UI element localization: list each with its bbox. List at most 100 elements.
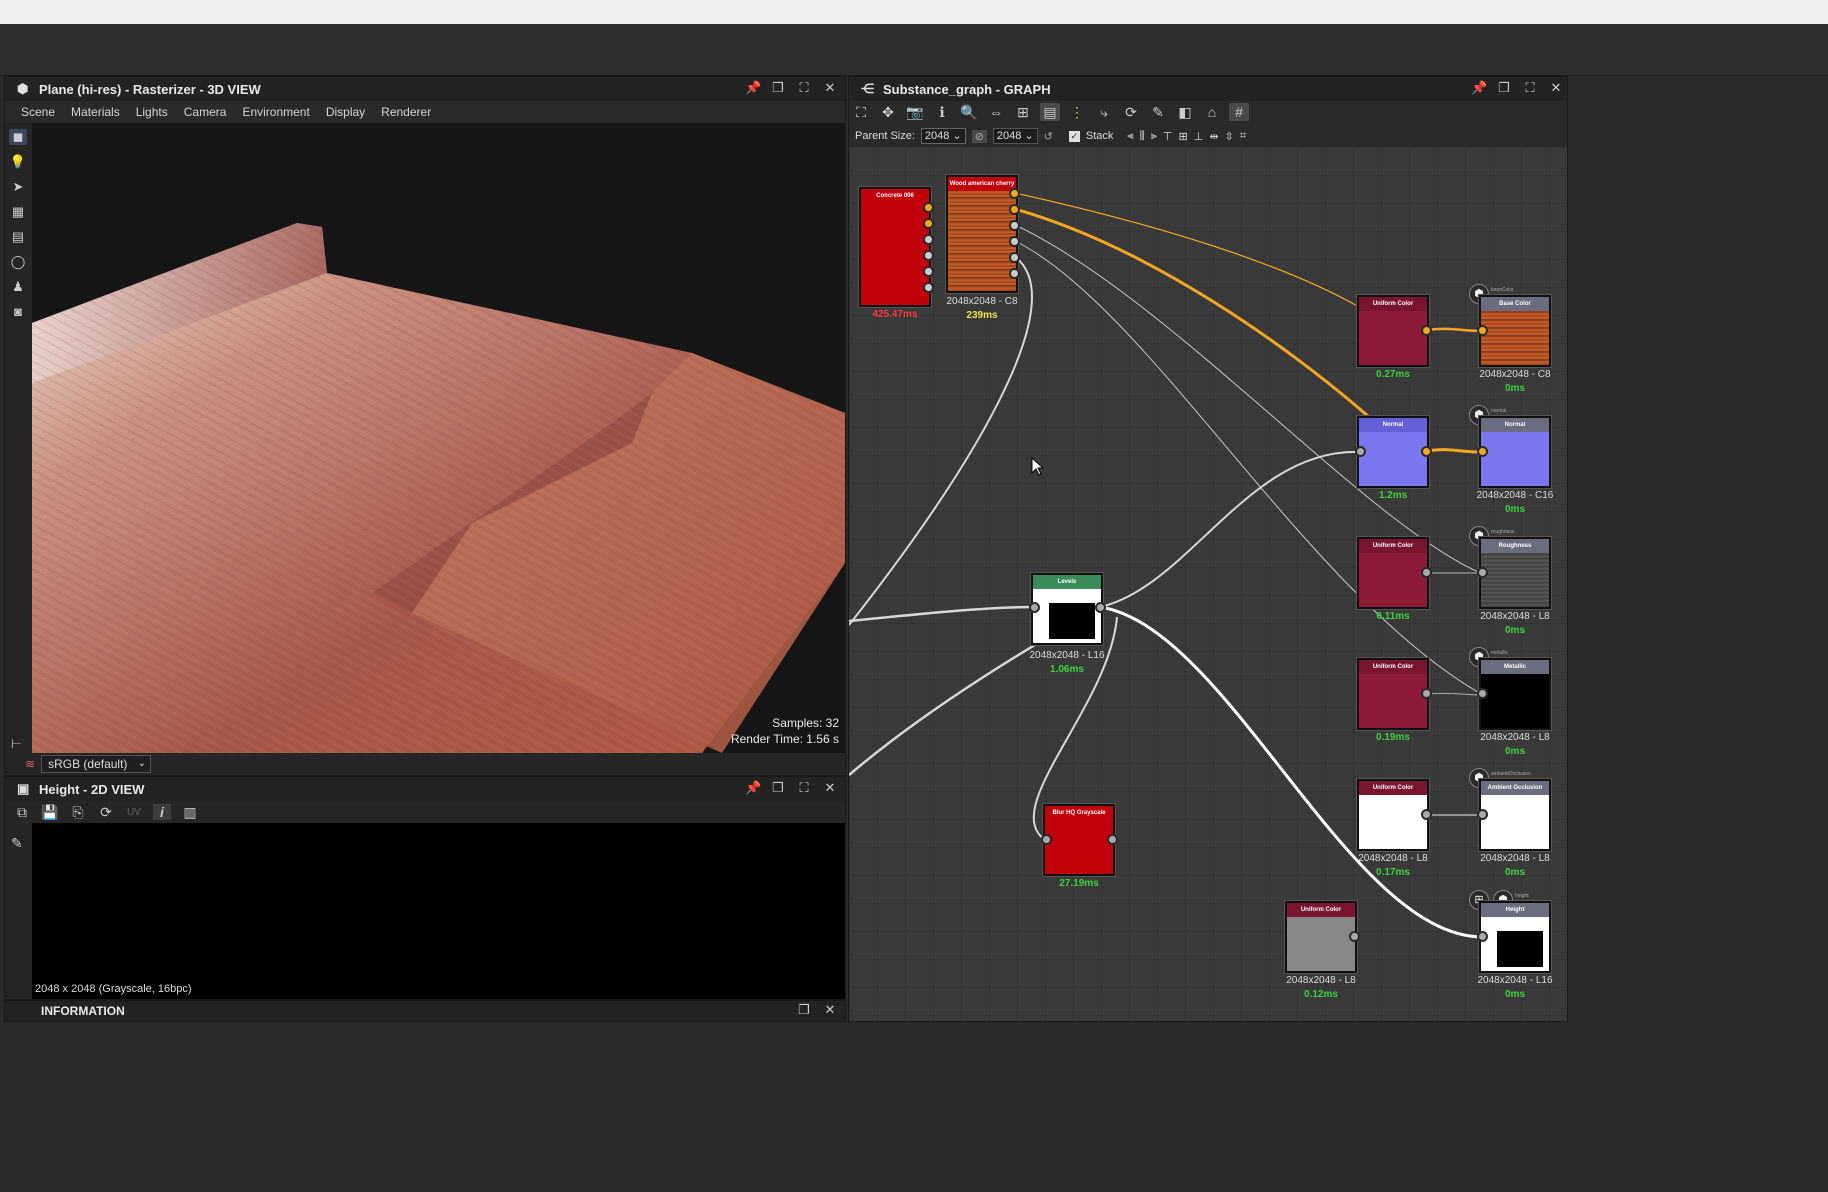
connect-icon[interactable]: ⤷ — [1094, 103, 1114, 121]
port-normal-out[interactable] — [1421, 446, 1432, 457]
port-levels-out[interactable] — [1095, 602, 1106, 613]
info-icon[interactable]: i — [153, 804, 171, 820]
port-concrete-out-3[interactable] — [923, 234, 934, 245]
port-uc3-out[interactable] — [1421, 688, 1432, 699]
zoom-icon[interactable]: 🔍 — [959, 103, 979, 121]
tree-icon[interactable]: ⋮ — [1067, 103, 1087, 121]
link-icon[interactable]: ⊘ — [971, 129, 987, 143]
info-icon[interactable]: ℹ — [932, 103, 952, 121]
grid-icon[interactable]: # — [1229, 103, 1249, 121]
port-basecolor-in[interactable] — [1477, 325, 1488, 336]
port-concrete-out-6[interactable] — [923, 282, 934, 293]
port-levels-in[interactable] — [1029, 602, 1040, 613]
port-height-in[interactable] — [1477, 931, 1488, 942]
fit-view-icon[interactable]: ⧉ — [13, 804, 31, 821]
port-wood-out-3[interactable] — [1009, 220, 1020, 231]
close-icon[interactable]: ✕ — [1549, 81, 1563, 95]
menu-lights[interactable]: Lights — [128, 105, 176, 119]
menu-materials[interactable]: Materials — [63, 105, 128, 119]
align-center-icon[interactable]: ⫼ — [1140, 130, 1145, 143]
frame-all-icon[interactable]: ⛶ — [851, 103, 871, 121]
align-icon[interactable]: ⇔ — [986, 103, 1006, 121]
stack-checkbox[interactable]: ✓ — [1068, 130, 1080, 142]
select-tool-icon[interactable]: ➤ — [9, 179, 27, 195]
camera-tool-icon[interactable]: ◼ — [9, 129, 27, 145]
menu-display[interactable]: Display — [318, 105, 373, 119]
brush-icon[interactable]: ⌂ — [1202, 103, 1222, 121]
viewport-3d[interactable]: Samples: 32 Render Time: 1.56 s — [32, 123, 845, 753]
light-tool-icon[interactable]: 💡 — [9, 154, 27, 170]
copy-icon[interactable]: ⎘ — [69, 804, 87, 821]
node-output-normal[interactable]: Normal — [1479, 416, 1551, 488]
maximize-icon[interactable]: ⛶ — [797, 81, 811, 95]
maximize-icon[interactable]: ⛶ — [797, 781, 811, 795]
close-icon[interactable]: ✕ — [823, 781, 837, 795]
save-icon[interactable]: 💾 — [41, 804, 59, 821]
node-output-basecolor[interactable]: Base Color — [1479, 295, 1551, 367]
node-output-metallic[interactable]: Metallic — [1479, 658, 1551, 730]
close-icon[interactable]: ✕ — [823, 1003, 837, 1017]
align-left-icon[interactable]: ⫷ — [1127, 130, 1133, 143]
port-wood-out-5[interactable] — [1009, 252, 1020, 263]
graph-canvas[interactable]: Concrete 006 425.47ms Wood american cher… — [849, 147, 1567, 1021]
port-uc5-out[interactable] — [1349, 931, 1360, 942]
cycle-icon[interactable]: ⟳ — [1121, 103, 1141, 121]
port-ao-in[interactable] — [1477, 809, 1488, 820]
node-concrete[interactable]: Concrete 006 — [859, 187, 931, 307]
node-uniform-color-5[interactable]: Uniform Color — [1285, 901, 1357, 973]
node-uniform-color-3[interactable]: Uniform Color — [1357, 658, 1429, 730]
histogram-icon[interactable]: ▥ — [181, 804, 199, 821]
scene-tree-icon[interactable]: ⊢ — [11, 737, 21, 751]
maximize-icon[interactable]: ⛶ — [1523, 81, 1537, 95]
port-blur-in[interactable] — [1041, 834, 1052, 845]
menu-renderer[interactable]: Renderer — [373, 105, 439, 119]
port-concrete-out-2[interactable] — [923, 218, 934, 229]
node-output-ao[interactable]: Ambient Occlusion — [1479, 779, 1551, 851]
float-window-icon[interactable]: ❐ — [771, 781, 785, 795]
node-output-height[interactable]: Height — [1479, 901, 1551, 973]
port-wood-out-4[interactable] — [1009, 236, 1020, 247]
node-uniform-color-1[interactable]: Uniform Color — [1357, 295, 1429, 367]
port-metallic-in[interactable] — [1477, 688, 1488, 699]
node-output-roughness[interactable]: Roughness — [1479, 537, 1551, 609]
layers-icon[interactable]: ≋ — [25, 757, 35, 771]
align-right-icon[interactable]: ⫸ — [1151, 130, 1157, 143]
camera-icon[interactable]: 📷 — [905, 103, 925, 121]
screenshot-tool-icon[interactable]: ◙ — [9, 304, 27, 320]
port-concrete-out-1[interactable] — [923, 202, 934, 213]
sphere-tool-icon[interactable]: ◯ — [9, 254, 27, 270]
node-uniform-color-2[interactable]: Uniform Color — [1357, 537, 1429, 609]
viewport-2d[interactable]: 2048 x 2048 (Grayscale, 16bpc) — [32, 823, 845, 999]
menu-environment[interactable]: Environment — [234, 105, 317, 119]
float-window-icon[interactable]: ❐ — [797, 1003, 811, 1017]
node-uniform-color-4[interactable]: Uniform Color — [1357, 779, 1429, 851]
port-blur-out[interactable] — [1107, 834, 1118, 845]
distribute-v-icon[interactable]: ⇳ — [1225, 130, 1234, 143]
node-normal[interactable]: Normal — [1357, 416, 1429, 488]
node-blur-hq[interactable]: Blur HQ Grayscale — [1043, 804, 1115, 876]
pin-icon[interactable]: 📌 — [1471, 81, 1487, 95]
port-concrete-out-4[interactable] — [923, 250, 934, 261]
menu-scene[interactable]: Scene — [13, 105, 63, 119]
stamp-tool-icon[interactable]: ♟ — [9, 279, 27, 295]
uv-toggle[interactable]: UV — [125, 807, 143, 818]
parent-size-select[interactable]: 2048 ⌄ — [920, 128, 966, 144]
port-uc2-out[interactable] — [1421, 567, 1432, 578]
layout-icon[interactable]: ⊞ — [1013, 103, 1033, 121]
align-bottom-icon[interactable]: ⊥ — [1194, 130, 1204, 143]
port-wood-out-6[interactable] — [1009, 268, 1020, 279]
environment-tool-icon[interactable]: ▦ — [9, 204, 27, 220]
reset-icon[interactable]: ↺ — [1044, 130, 1053, 143]
distribute-h-icon[interactable]: ⇹ — [1209, 130, 1218, 143]
node-levels[interactable]: Levels — [1031, 573, 1103, 645]
node-wood[interactable]: Wood american cherry — [946, 175, 1018, 293]
pin-icon[interactable]: 📌 — [745, 81, 761, 95]
preview-icon[interactable]: ◧ — [1175, 103, 1195, 121]
float-window-icon[interactable]: ❐ — [1497, 81, 1511, 95]
align-middle-icon[interactable]: ⊞ — [1179, 130, 1188, 143]
colorspace-dropdown[interactable]: sRGB (default) ⌄ — [41, 755, 152, 773]
port-uc1-out[interactable] — [1421, 325, 1432, 336]
align-top-icon[interactable]: ⊤ — [1163, 130, 1173, 143]
ruler-tool-icon[interactable]: ▤ — [9, 229, 27, 245]
port-normal-out-in[interactable] — [1477, 446, 1488, 457]
